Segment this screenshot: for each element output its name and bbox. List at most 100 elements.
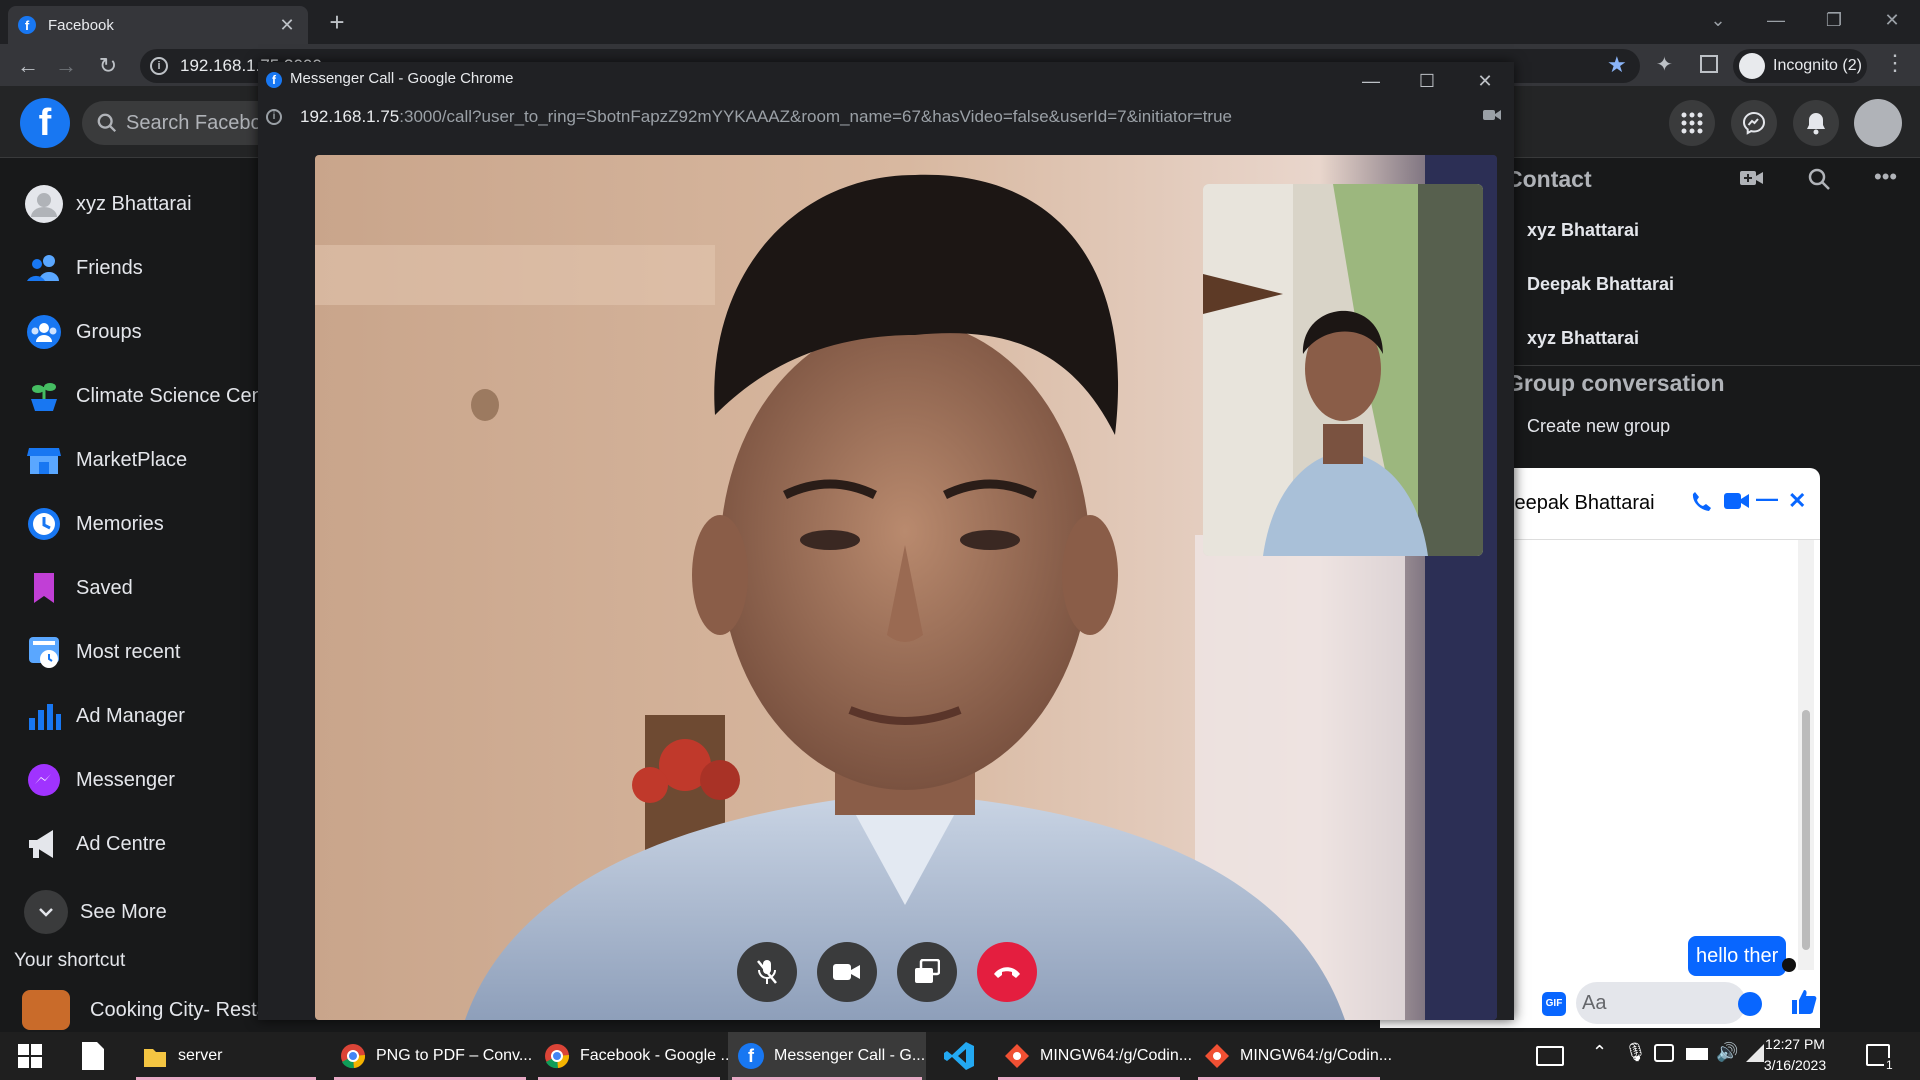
menu-grid-icon[interactable] — [1669, 100, 1715, 146]
sidebar-item-label: Memories — [76, 512, 164, 535]
end-call-button[interactable] — [977, 942, 1037, 1002]
minimize-chat-icon[interactable]: — — [1756, 486, 1778, 512]
taskbar-item-server[interactable]: server — [132, 1032, 320, 1080]
contacts-heading: Contact — [1506, 166, 1592, 192]
sidebar-item-friends[interactable]: Friends — [24, 248, 143, 288]
sidebar-item-ad-centre[interactable]: Ad Centre — [24, 824, 166, 864]
popup-address-bar[interactable]: i 192.168.1.75 :3000/call?user_to_ring=S… — [266, 104, 1506, 130]
sidebar-item-ad-manager[interactable]: Ad Manager — [24, 696, 185, 736]
incognito-profile-button[interactable]: Incognito (2) — [1733, 49, 1867, 83]
git-bash-icon — [1004, 1043, 1030, 1069]
sidebar-item-label: Ad Manager — [76, 704, 185, 727]
sidebar-item-climate[interactable]: Climate Science Centre — [24, 376, 286, 416]
taskbar-clock[interactable]: 12:27 PM 3/16/2023 — [1750, 1034, 1840, 1076]
chat-message-input[interactable]: Aa — [1576, 982, 1746, 1024]
sidebar-item-most-recent[interactable]: Most recent — [24, 632, 180, 672]
search-contacts-icon[interactable] — [1808, 168, 1830, 190]
microphone-icon[interactable]: 🎙 — [1624, 1042, 1647, 1063]
voice-call-icon[interactable] — [1690, 490, 1712, 512]
tab-title: Facebook — [48, 16, 114, 34]
battery-icon[interactable] — [1686, 1048, 1708, 1060]
popup-maximize-button[interactable]: ☐ — [1402, 64, 1452, 98]
close-tab-icon[interactable]: ✕ — [276, 14, 298, 36]
emoji-icon[interactable] — [1738, 992, 1762, 1016]
like-thumb-icon[interactable] — [1790, 988, 1818, 1016]
news-widget-icon[interactable] — [1536, 1046, 1564, 1066]
incognito-label: Incognito (2) — [1773, 57, 1862, 74]
back-icon[interactable]: ← — [12, 50, 44, 82]
side-panel-icon[interactable] — [1700, 55, 1718, 73]
chat-contact-name[interactable]: Deepak Bhattarai — [1500, 492, 1655, 515]
taskbar-label: PNG to PDF – Conv... — [376, 1047, 533, 1064]
chrome-menu-icon[interactable]: ⋮ — [1884, 50, 1906, 76]
taskbar-item-mingw-2[interactable]: MINGW64:/g/Codin... — [1194, 1032, 1392, 1080]
sidebar-item-memories[interactable]: Memories — [24, 504, 164, 544]
clock-date: 3/16/2023 — [1763, 1057, 1827, 1073]
minimize-button[interactable]: — — [1748, 0, 1804, 40]
taskbar-item-png-to-pdf[interactable]: PNG to PDF – Conv... — [330, 1032, 533, 1080]
sidebar-item-marketplace[interactable]: MarketPlace — [24, 440, 187, 480]
sidebar-item-groups[interactable]: Groups — [24, 312, 142, 352]
sidebar-item-label: Ad Centre — [76, 832, 167, 855]
marketplace-icon — [24, 440, 64, 480]
contacts-options-icon[interactable]: ••• — [1874, 164, 1897, 190]
browser-tab-facebook[interactable]: f Facebook ✕ — [8, 6, 308, 44]
video-camera-icon — [833, 964, 860, 980]
sidebar-item-messenger[interactable]: Messenger — [24, 760, 175, 800]
forward-icon[interactable]: → — [50, 50, 82, 82]
clock-time: 12:27 PM — [1765, 1036, 1825, 1052]
gif-icon[interactable]: GIF — [1542, 992, 1566, 1016]
new-tab-button[interactable]: + — [320, 8, 354, 38]
restore-button[interactable]: ❐ — [1806, 0, 1862, 40]
tab-search-icon[interactable]: ⌄ — [1690, 0, 1746, 40]
taskbar-item-facebook-chrome[interactable]: Facebook - Google ... — [534, 1032, 734, 1080]
video-call-icon[interactable] — [1724, 490, 1750, 512]
sidebar-item-label: Groups — [76, 320, 142, 343]
reload-icon[interactable]: ↻ — [92, 50, 124, 82]
new-room-icon[interactable] — [1740, 168, 1764, 188]
sidebar-item-profile[interactable]: xyz Bhattarai — [24, 184, 192, 224]
popup-url-host: 192.168.1.75 — [300, 107, 400, 126]
camera-in-use-icon[interactable] — [1483, 108, 1501, 122]
close-chat-icon[interactable]: ✕ — [1788, 488, 1806, 514]
close-window-button[interactable]: ✕ — [1864, 0, 1920, 40]
notification-count-badge: 1 — [1884, 1058, 1895, 1072]
contact-item[interactable]: Deepak Bhattarai — [1527, 274, 1674, 295]
messenger-icon[interactable] — [1731, 100, 1777, 146]
popup-close-button[interactable]: ✕ — [1460, 64, 1510, 98]
notifications-bell-icon[interactable] — [1793, 100, 1839, 146]
sidebar-item-see-more[interactable]: See More — [24, 890, 167, 934]
toggle-camera-button[interactable] — [817, 942, 877, 1002]
share-screen-button[interactable] — [897, 942, 957, 1002]
sidebar-item-label: MarketPlace — [76, 448, 188, 471]
extensions-icon[interactable]: ✦ — [1656, 52, 1673, 77]
microphone-muted-icon — [757, 960, 777, 984]
taskbar-item-mingw-1[interactable]: MINGW64:/g/Codin... — [994, 1032, 1192, 1080]
facebook-favicon-icon: f — [18, 16, 36, 34]
create-group-link[interactable]: Create new group — [1527, 416, 1670, 437]
chat-scroll-thumb[interactable] — [1802, 710, 1810, 950]
popup-minimize-button[interactable]: — — [1346, 64, 1396, 98]
group-conversations-heading: Group conversation — [1506, 370, 1725, 396]
folder-icon — [142, 1043, 168, 1069]
account-avatar[interactable] — [1854, 99, 1902, 147]
sidebar-item-label: Climate Science Centre — [76, 384, 287, 407]
tray-chevron-up-icon[interactable]: ⌃ — [1592, 1042, 1607, 1063]
volume-icon[interactable]: 🔊 — [1716, 1042, 1738, 1063]
self-video-feed[interactable] — [1203, 184, 1483, 556]
contact-item[interactable]: xyz Bhattarai — [1527, 220, 1639, 241]
sidebar-item-saved[interactable]: Saved — [24, 568, 133, 608]
site-info-icon: i — [266, 109, 282, 125]
contact-item[interactable]: xyz Bhattarai — [1527, 328, 1639, 349]
windows-start-icon[interactable] — [18, 1044, 42, 1068]
most-recent-icon — [24, 632, 64, 672]
site-info-icon[interactable]: i — [150, 57, 168, 75]
display-icon[interactable] — [1654, 1044, 1674, 1062]
mute-microphone-button[interactable] — [737, 942, 797, 1002]
file-icon[interactable] — [82, 1042, 104, 1070]
seen-indicator — [1782, 958, 1796, 972]
taskbar-item-messenger-call[interactable]: f Messenger Call - G... — [728, 1032, 926, 1080]
bookmark-star-icon[interactable]: ★ — [1607, 52, 1627, 78]
vscode-icon[interactable] — [944, 1042, 974, 1070]
facebook-logo-icon[interactable]: f — [20, 98, 70, 148]
